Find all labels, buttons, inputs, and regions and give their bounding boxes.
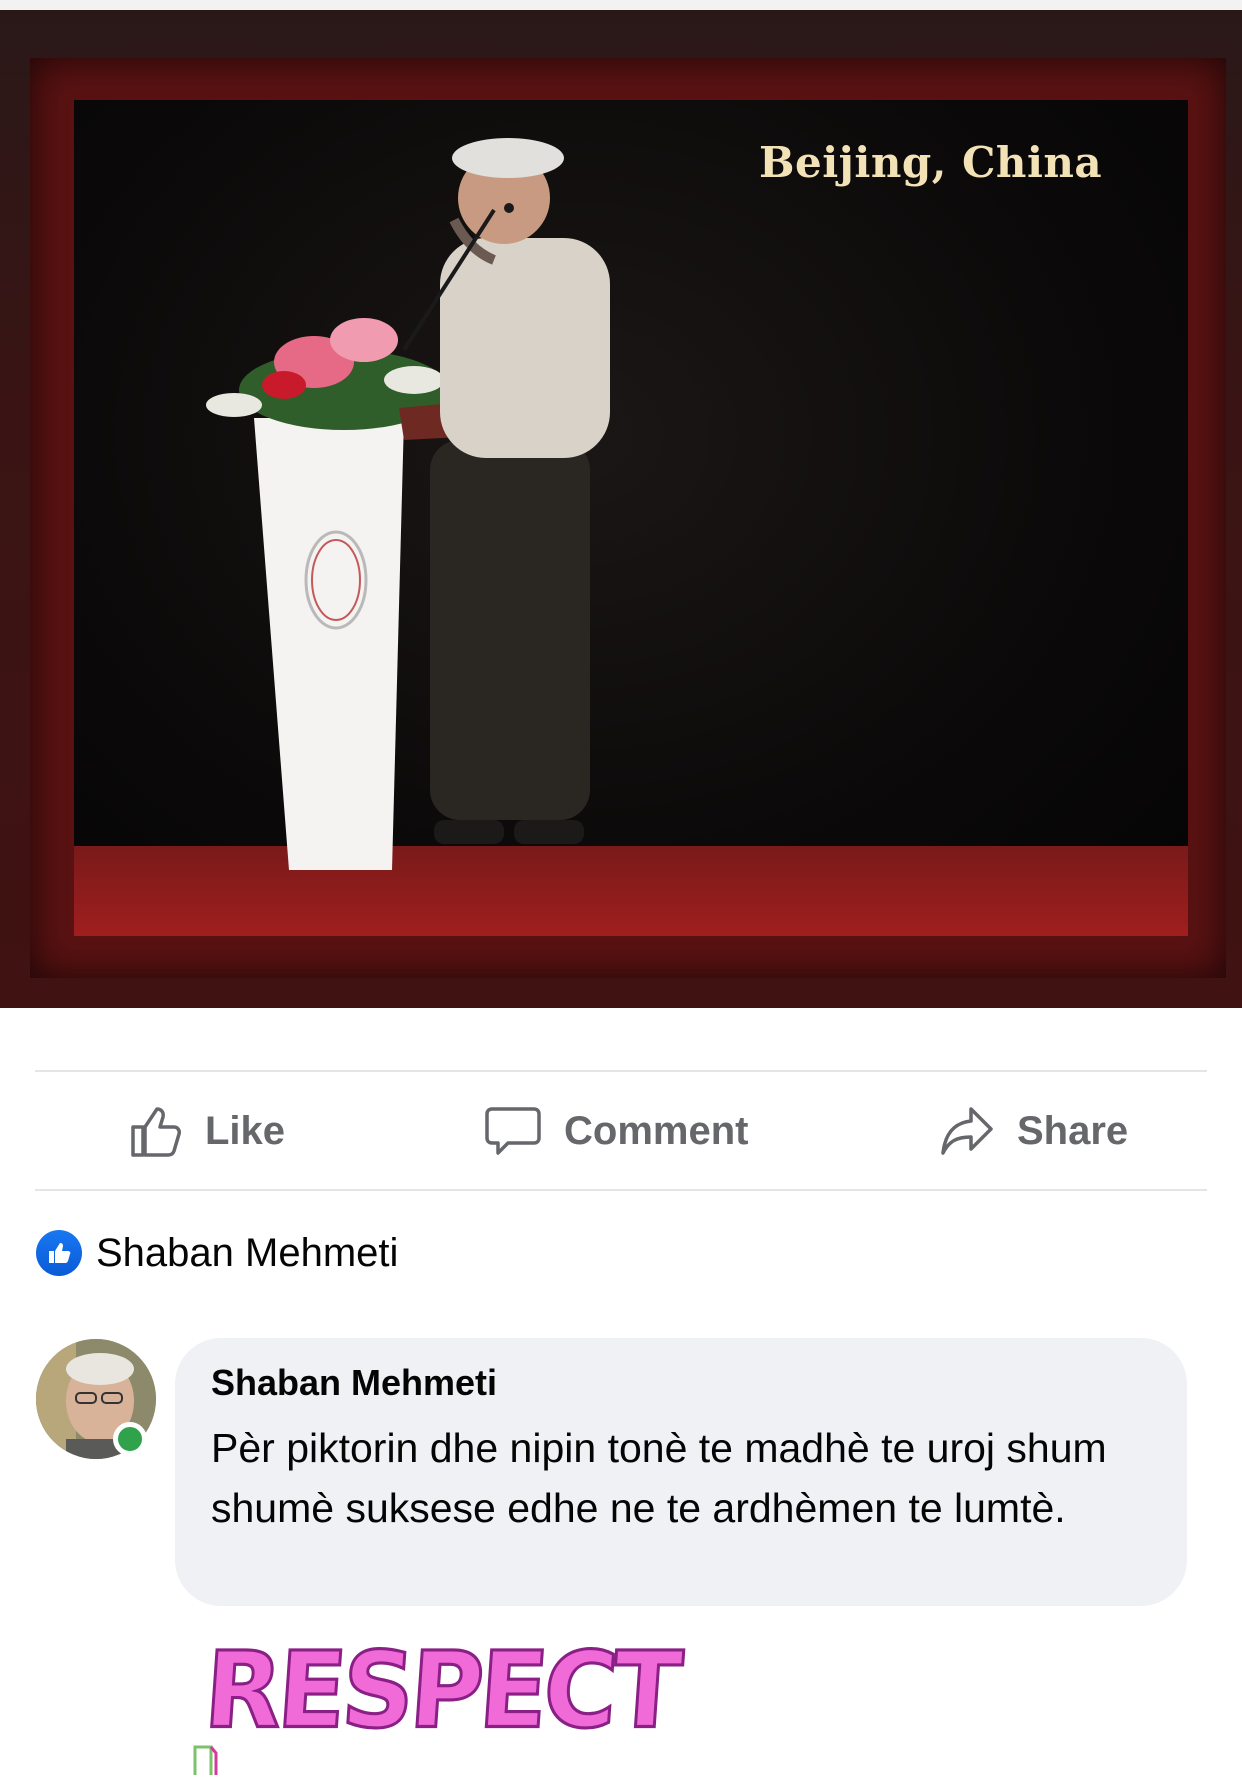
share-button[interactable]: Share [939,1072,1128,1190]
respect-sticker[interactable]: RESPECT [199,1628,683,1754]
comment-text: Pèr piktorin dhe nipin tonè te madhè te … [211,1425,1107,1531]
top-strip [0,0,1242,10]
thumbs-up-icon [131,1107,181,1157]
share-arrow-icon [941,1107,993,1155]
like-button[interactable]: Like [127,1072,285,1190]
speaker-illustration [206,138,610,870]
comment-bubble[interactable]: Shaban Mehmeti Pèr piktorin dhe nipin to… [175,1338,1187,1606]
online-status-indicator [113,1422,147,1456]
photo-caption: Beijing, China [759,138,1103,187]
actions-bottom-divider [35,1189,1207,1191]
like-label: Like [205,1108,286,1153]
comment-bubble-icon [485,1107,541,1155]
reactions-summary[interactable]: Shaban Mehmeti [36,1228,398,1278]
comment-label: Comment [564,1108,749,1153]
post-action-bar: Like Comment Share [35,1072,1207,1190]
share-label: Share [1017,1108,1129,1153]
post-photo[interactable]: Beijing, China [0,10,1242,1008]
podium-shape [254,418,404,870]
comment-button[interactable]: Comment [484,1072,748,1190]
sticker-corner-icon [193,1745,218,1775]
stage-scene: Beijing, China [74,100,1188,936]
like-reaction-icon [36,1230,82,1276]
reactor-name: Shaban Mehmeti [96,1230,399,1275]
photo-frame: Beijing, China [30,58,1226,978]
comment-author[interactable]: Shaban Mehmeti [211,1362,1151,1404]
